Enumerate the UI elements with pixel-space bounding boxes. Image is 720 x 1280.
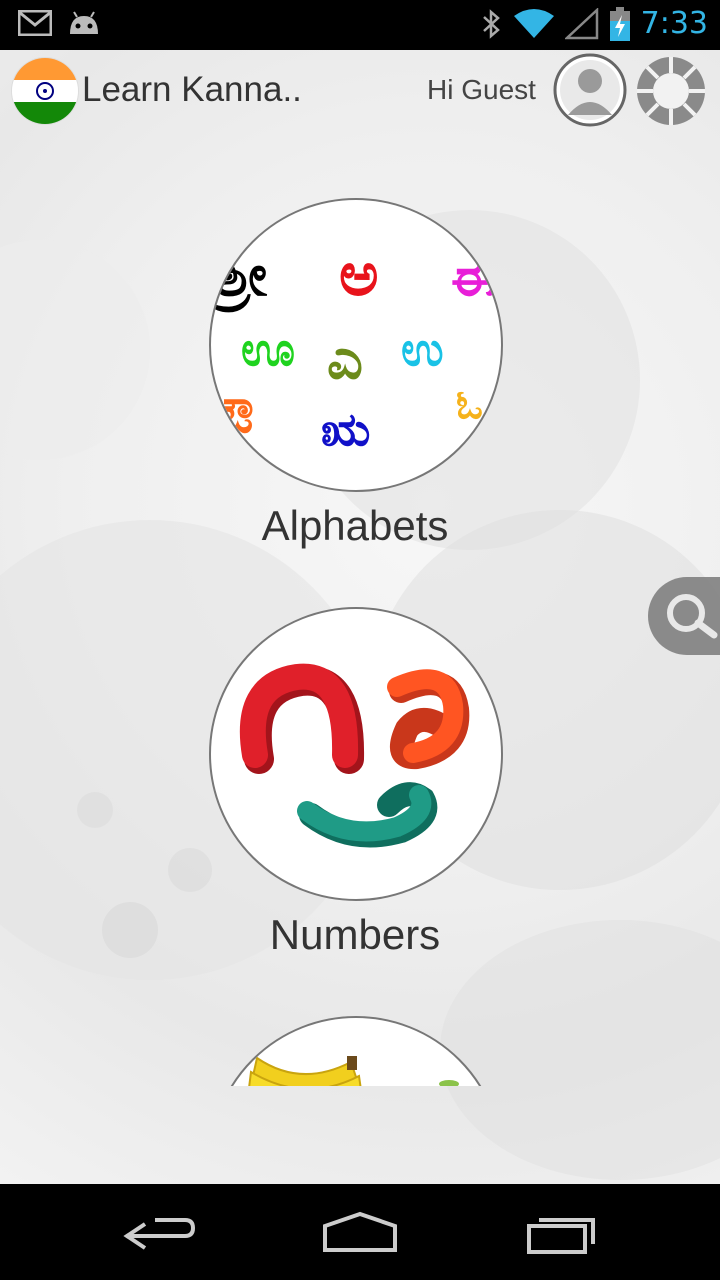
user-avatar-icon[interactable] — [553, 53, 627, 127]
menu-item-fruits[interactable] — [209, 1016, 501, 1086]
india-flag-icon — [12, 58, 78, 124]
recent-apps-icon — [527, 1218, 595, 1254]
menu-label-numbers: Numbers — [269, 911, 441, 958]
settings-ring-icon[interactable] — [633, 53, 709, 129]
glyph-uu: ಊ — [241, 322, 295, 376]
glyph-ii: ಈ — [451, 248, 496, 308]
app-title: Learn Kanna.. — [82, 70, 302, 109]
recent-apps-button[interactable] — [515, 1206, 605, 1260]
wifi-icon — [513, 8, 554, 38]
battery-charging-icon — [609, 6, 630, 41]
glyph-o: ಓ — [456, 382, 483, 428]
numbers-icon[interactable] — [209, 607, 503, 901]
top-bar: Learn Kanna.. Hi Guest — [0, 50, 720, 136]
alphabets-icon[interactable]: ಶ್ರೀ ಅ ಈ ಊ ಎ ಉ ಔ ಋ ಓ — [209, 198, 503, 492]
menu-item-alphabets[interactable]: ಶ್ರೀ ಅ ಈ ಊ ಎ ಉ ಔ ಋ ಓ Alphabets — [209, 198, 503, 550]
home-button[interactable] — [315, 1206, 405, 1260]
gmail-icon — [18, 10, 52, 36]
search-icon — [667, 594, 718, 639]
status-bar: 7:33 — [0, 0, 720, 50]
alphabet-glyph-art: ಶ್ರೀ ಅ ಈ ಊ ಎ ಉ ಔ ಋ ಓ — [211, 240, 496, 456]
glyph-u: ಉ — [401, 322, 444, 376]
greeting-text: Hi Guest — [427, 74, 536, 105]
back-button[interactable] — [115, 1206, 205, 1260]
navigation-bar — [0, 1184, 720, 1280]
clock: 7:33 — [640, 6, 708, 41]
glyph-au: ಔ — [221, 388, 254, 444]
home-icon — [323, 1211, 397, 1252]
bluetooth-icon — [482, 8, 500, 39]
glyph-shri: ಶ್ರೀ — [211, 241, 267, 313]
back-icon — [123, 1218, 196, 1250]
signal-icon — [564, 7, 598, 39]
search-button[interactable] — [648, 577, 720, 655]
app-content: Learn Kanna.. Hi Guest ಶ್ರೀ ಅ ಈ ಊ ಎ ಉ ಔ … — [0, 50, 720, 1184]
glyph-ru: ಋ — [321, 402, 370, 456]
android-icon — [70, 11, 98, 34]
menu-item-numbers[interactable]: Numbers — [209, 607, 503, 959]
menu-label-alphabets: Alphabets — [261, 502, 449, 549]
glyph-e: ಎ — [327, 327, 363, 392]
fruits-icon[interactable] — [209, 1016, 501, 1086]
glyph-a: ಅ — [339, 240, 379, 310]
